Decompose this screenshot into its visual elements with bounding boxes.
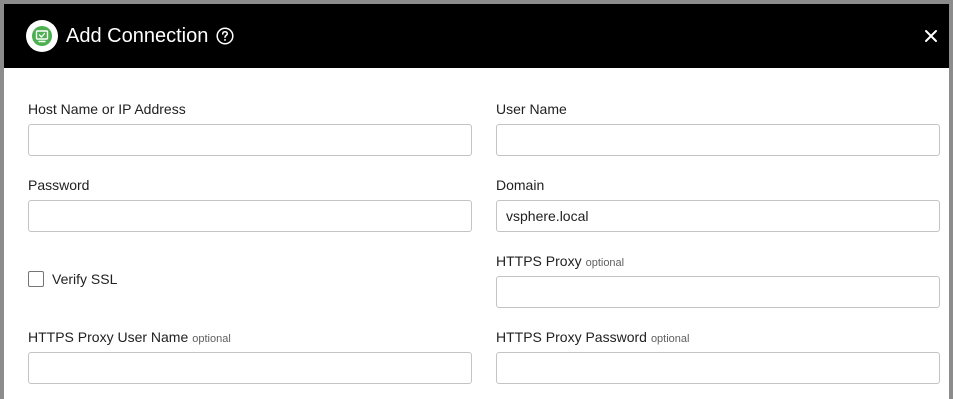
vsphere-logo-icon [26,20,58,52]
proxy-username-input[interactable] [28,352,472,384]
https-proxy-label-text: HTTPS Proxy [496,253,582,269]
dialog-header: Add Connection [4,4,949,68]
host-input[interactable] [28,124,472,156]
verify-ssl-label[interactable]: Verify SSL [52,270,117,288]
help-circle-icon[interactable] [216,27,234,50]
optional-hint: optional [192,333,231,345]
password-input[interactable] [28,200,472,232]
domain-input[interactable] [496,200,940,232]
proxy-username-label: HTTPS Proxy User Name optional [28,328,231,348]
proxy-password-label: HTTPS Proxy Password optional [496,328,689,348]
proxy-username-label-text: HTTPS Proxy User Name [28,329,189,345]
password-label: Password [28,177,90,193]
optional-hint: optional [650,333,690,345]
username-label: User Name [496,101,567,117]
https-proxy-input[interactable] [496,276,940,308]
domain-label: Domain [496,177,545,193]
proxy-password-label-text: HTTPS Proxy Password [496,329,647,345]
dialog-title: Add Connection [66,25,209,47]
host-label: Host Name or IP Address [28,101,186,117]
username-input[interactable] [496,124,940,156]
add-connection-dialog: Add Connection Host Name or IP Address U… [4,4,949,399]
proxy-password-input[interactable] [496,352,940,384]
optional-hint: optional [585,257,625,269]
close-icon[interactable] [922,27,940,45]
https-proxy-label: HTTPS Proxy optional [496,252,624,272]
verify-ssl-checkbox[interactable] [28,271,44,287]
